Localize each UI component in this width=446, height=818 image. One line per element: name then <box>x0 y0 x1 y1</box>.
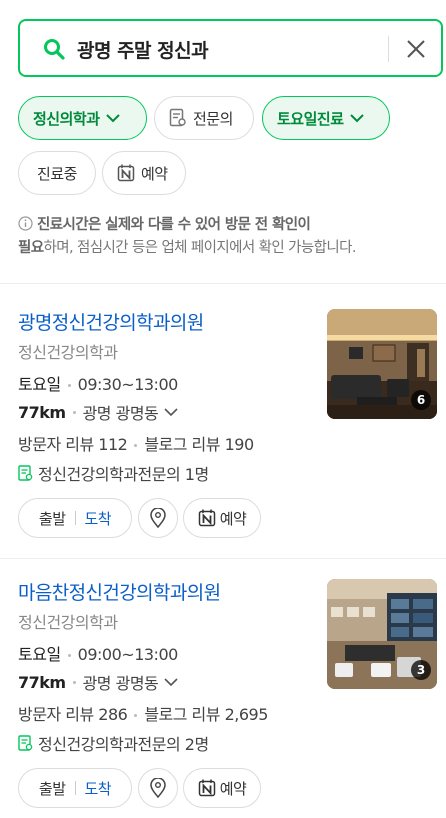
divider <box>74 781 76 795</box>
filter-saturday-label: 토요일진료 <box>277 109 344 128</box>
distance-row[interactable]: 77km 광명 광명동 <box>18 400 179 424</box>
hours-time: 09:00~13:00 <box>77 645 179 664</box>
dot <box>72 410 76 414</box>
place-photo[interactable]: 3 <box>327 579 437 689</box>
info-icon <box>18 216 33 231</box>
dot <box>72 680 76 684</box>
dot <box>67 654 71 657</box>
hours-day: 토요일 <box>18 375 61 394</box>
certificate-icon <box>18 734 33 751</box>
filter-psychiatry[interactable]: 정신의학과 <box>18 96 147 140</box>
place-category: 정신건강의학과 <box>18 613 118 632</box>
place-category: 정신건강의학과 <box>18 343 118 362</box>
filter-reservation[interactable]: 예약 <box>102 151 186 195</box>
certificate-icon <box>169 108 186 127</box>
specialist-row: 정신건강의학과전문의 2명 <box>18 731 209 755</box>
map-pin-icon <box>150 778 166 798</box>
result-card: 마음찬정신건강의학과의원 정신건강의학과 토요일 09:00~13:00 77km… <box>0 554 446 818</box>
result-card: 광명정신건강의학과의원 정신건강의학과 토요일 09:30~13:00 77km 광… <box>0 284 446 558</box>
distance: 77km <box>18 402 66 422</box>
chevron-down-icon <box>164 678 178 687</box>
depart-label[interactable]: 출발 <box>39 508 66 529</box>
reviews-row: 방문자 리뷰 112 블로그 리뷰 190 <box>18 431 254 455</box>
business-hours: 토요일 09:00~13:00 <box>18 641 178 665</box>
filter-specialist-label: 전문의 <box>193 109 233 128</box>
filter-psychiatry-label: 정신의학과 <box>33 109 100 128</box>
naver-booking-icon <box>198 779 215 797</box>
search-icon <box>44 39 65 60</box>
filter-open-now[interactable]: 진료중 <box>18 151 96 195</box>
specialist-count: 정신건강의학과전문의 1명 <box>38 465 209 484</box>
visitor-reviews[interactable]: 방문자 리뷰 286 <box>18 705 128 724</box>
dot <box>134 714 138 717</box>
business-hours: 토요일 09:30~13:00 <box>18 371 178 395</box>
place-name[interactable]: 마음찬정신건강의학과의원 <box>18 578 221 605</box>
directions-button[interactable]: 출발 도착 <box>18 498 132 538</box>
directions-button[interactable]: 출발 도착 <box>18 768 132 808</box>
visitor-reviews[interactable]: 방문자 리뷰 112 <box>18 435 128 454</box>
place-name[interactable]: 광명정신건강의학과의원 <box>18 308 204 335</box>
reserve-label: 예약 <box>219 779 247 798</box>
dot <box>134 444 138 447</box>
photo-count: 3 <box>411 660 431 680</box>
map-button[interactable] <box>138 768 178 808</box>
filter-specialist[interactable]: 전문의 <box>154 96 254 140</box>
chevron-down-icon <box>349 114 364 123</box>
close-icon[interactable] <box>403 36 429 62</box>
specialist-row: 정신건강의학과전문의 1명 <box>18 461 209 485</box>
reserve-label: 예약 <box>219 509 247 528</box>
divider <box>74 511 76 525</box>
arrive-label[interactable]: 도착 <box>85 508 112 529</box>
distance-row[interactable]: 77km 광명 광명동 <box>18 670 179 694</box>
depart-label[interactable]: 출발 <box>39 778 66 799</box>
reviews-row: 방문자 리뷰 286 블로그 리뷰 2,695 <box>18 701 268 725</box>
map-pin-icon <box>150 508 166 528</box>
reserve-button[interactable]: 예약 <box>183 498 261 538</box>
hours-notice: 진료시간은 실제와 다를 수 있어 방문 전 확인이필요하며, 점심시간 등은 … <box>18 214 438 260</box>
specialist-count: 정신건강의학과전문의 2명 <box>38 735 209 754</box>
filter-open-now-label: 진료중 <box>37 164 77 183</box>
dot <box>67 384 71 387</box>
notice-text: 하며, 점심시간 등은 업체 페이지에서 확인 가능합니다. <box>43 240 356 256</box>
naver-booking-icon <box>117 164 135 182</box>
search-divider <box>388 36 389 62</box>
chevron-down-icon <box>105 114 120 123</box>
search-input[interactable]: 광명 주말 정신과 <box>77 36 209 63</box>
notice-bold-2: 필요 <box>18 240 44 256</box>
photo-count: 6 <box>411 390 431 410</box>
distance: 77km <box>18 672 66 692</box>
notice-bold-1: 진료시간은 실제와 다를 수 있어 방문 전 확인이 <box>37 217 311 233</box>
arrive-label[interactable]: 도착 <box>85 778 112 799</box>
reserve-button[interactable]: 예약 <box>183 768 261 808</box>
filter-reservation-label: 예약 <box>141 164 168 183</box>
blog-reviews[interactable]: 블로그 리뷰 2,695 <box>144 705 268 724</box>
blog-reviews[interactable]: 블로그 리뷰 190 <box>144 435 254 454</box>
naver-booking-icon <box>198 509 215 527</box>
search-bar[interactable]: 광명 주말 정신과 <box>18 19 443 77</box>
filter-saturday[interactable]: 토요일진료 <box>262 96 390 140</box>
address: 광명 광명동 <box>82 404 159 423</box>
hours-day: 토요일 <box>18 645 61 664</box>
hours-time: 09:30~13:00 <box>77 375 179 394</box>
certificate-icon <box>18 464 33 481</box>
map-button[interactable] <box>138 498 178 538</box>
place-photo[interactable]: 6 <box>327 309 437 419</box>
address: 광명 광명동 <box>82 674 159 693</box>
chevron-down-icon <box>164 408 178 417</box>
